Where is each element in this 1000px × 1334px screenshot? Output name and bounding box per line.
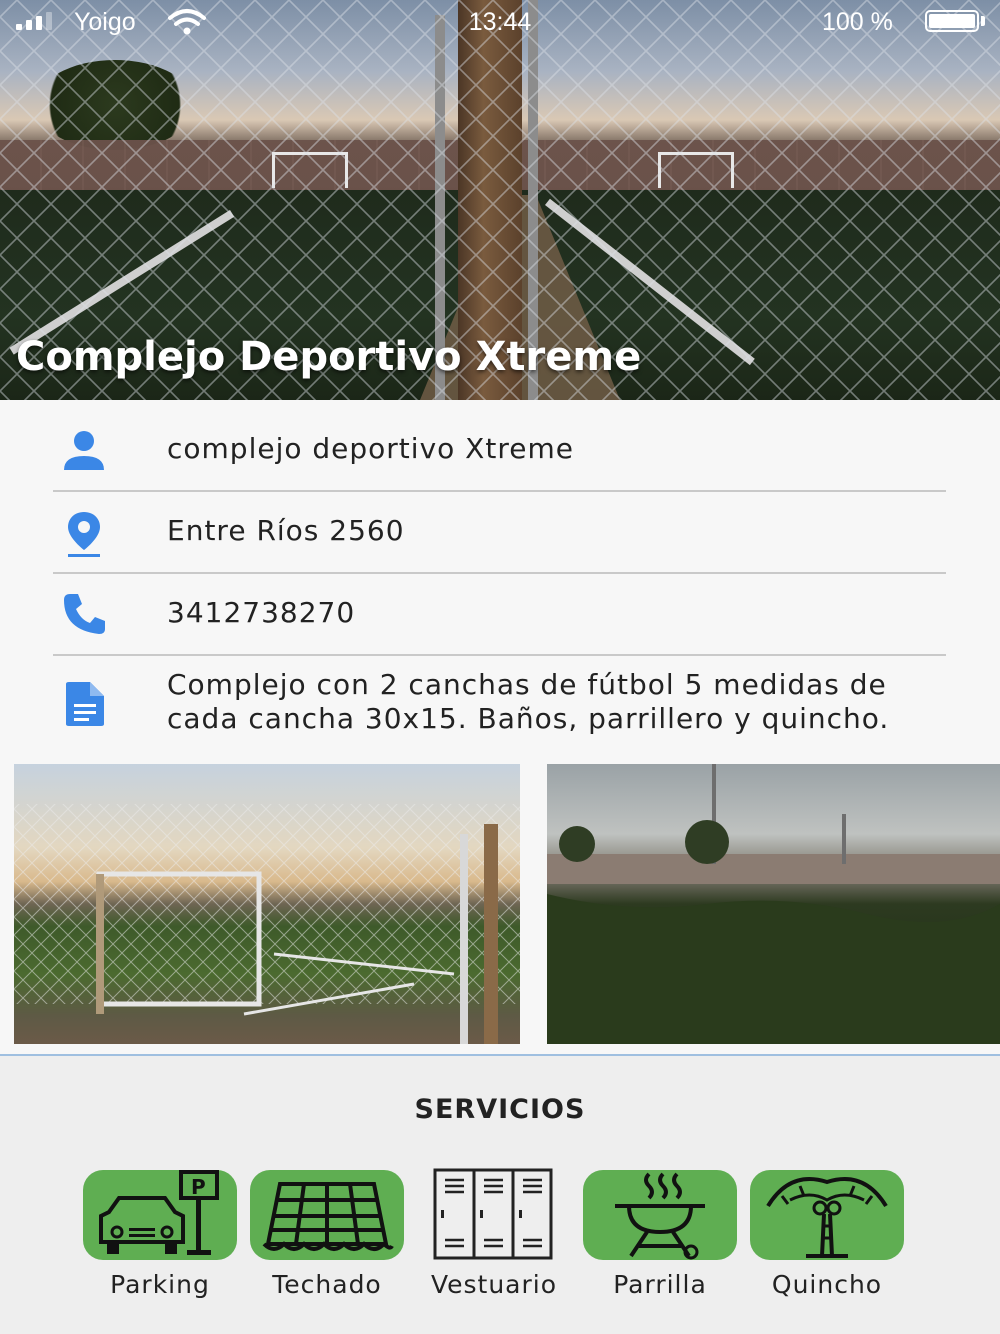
gallery-photo-1[interactable] xyxy=(14,764,520,1044)
hero-image: Complejo Deportivo Xtreme xyxy=(0,0,1000,400)
photo-2-field xyxy=(547,764,1000,1044)
battery-tip xyxy=(981,16,985,26)
parking-icon: P xyxy=(83,1170,237,1260)
grill-icon xyxy=(583,1170,737,1260)
hero-tree xyxy=(35,60,195,150)
divider xyxy=(53,572,946,574)
service-label: Techado xyxy=(272,1270,382,1299)
document-icon xyxy=(58,678,110,730)
battery-percent: 100 % xyxy=(822,8,893,36)
photo-gallery[interactable] xyxy=(0,750,1000,1054)
service-quincho[interactable]: Quincho xyxy=(750,1170,904,1300)
service-label: Parking xyxy=(110,1270,210,1299)
photo-1-fence xyxy=(14,804,520,1044)
service-label: Parrilla xyxy=(613,1270,707,1299)
divider xyxy=(53,490,946,492)
hero-goal-left xyxy=(272,152,348,188)
divider xyxy=(53,654,946,656)
wifi-icon xyxy=(168,9,206,35)
locker-icon xyxy=(417,1168,571,1260)
status-bar: Yoigo 13:44 100 % xyxy=(0,0,1000,44)
venue-title: Complejo Deportivo Xtreme xyxy=(16,334,642,380)
hero-goal-right xyxy=(658,152,734,188)
carrier-label: Yoigo xyxy=(74,8,136,36)
battery-icon xyxy=(925,10,979,32)
location-pin-icon xyxy=(58,508,110,560)
venue-name: complejo deportivo Xtreme xyxy=(167,432,574,465)
service-vestuario[interactable]: Vestuario xyxy=(417,1168,571,1300)
phone-icon xyxy=(58,588,110,640)
palm-icon xyxy=(750,1170,904,1260)
services-section: SERVICIOS P Parking Techado Vestuario Pa… xyxy=(0,1056,1000,1334)
service-techado[interactable]: Techado xyxy=(250,1170,404,1300)
venue-phone[interactable]: 3412738270 xyxy=(167,596,355,629)
signal-icon xyxy=(16,12,52,30)
service-parking[interactable]: P Parking xyxy=(83,1170,237,1300)
roof-icon xyxy=(250,1170,404,1260)
service-label: Vestuario xyxy=(430,1270,558,1299)
clock: 13:44 xyxy=(468,8,532,36)
description-line-1: Complejo con 2 canchas de fútbol 5 medid… xyxy=(167,668,887,701)
gallery-photo-2[interactable] xyxy=(547,764,1000,1044)
description-line-2: cada cancha 30x15. Baños, parrillero y q… xyxy=(167,702,890,735)
service-label: Quincho xyxy=(771,1270,883,1299)
person-icon xyxy=(58,424,110,476)
venue-address[interactable]: Entre Ríos 2560 xyxy=(167,514,405,547)
svg-text:P: P xyxy=(191,1175,206,1199)
venue-info: complejo deportivo Xtreme Entre Ríos 256… xyxy=(0,400,1000,750)
service-parrilla[interactable]: Parrilla xyxy=(583,1170,737,1300)
services-title: SERVICIOS xyxy=(414,1094,586,1125)
